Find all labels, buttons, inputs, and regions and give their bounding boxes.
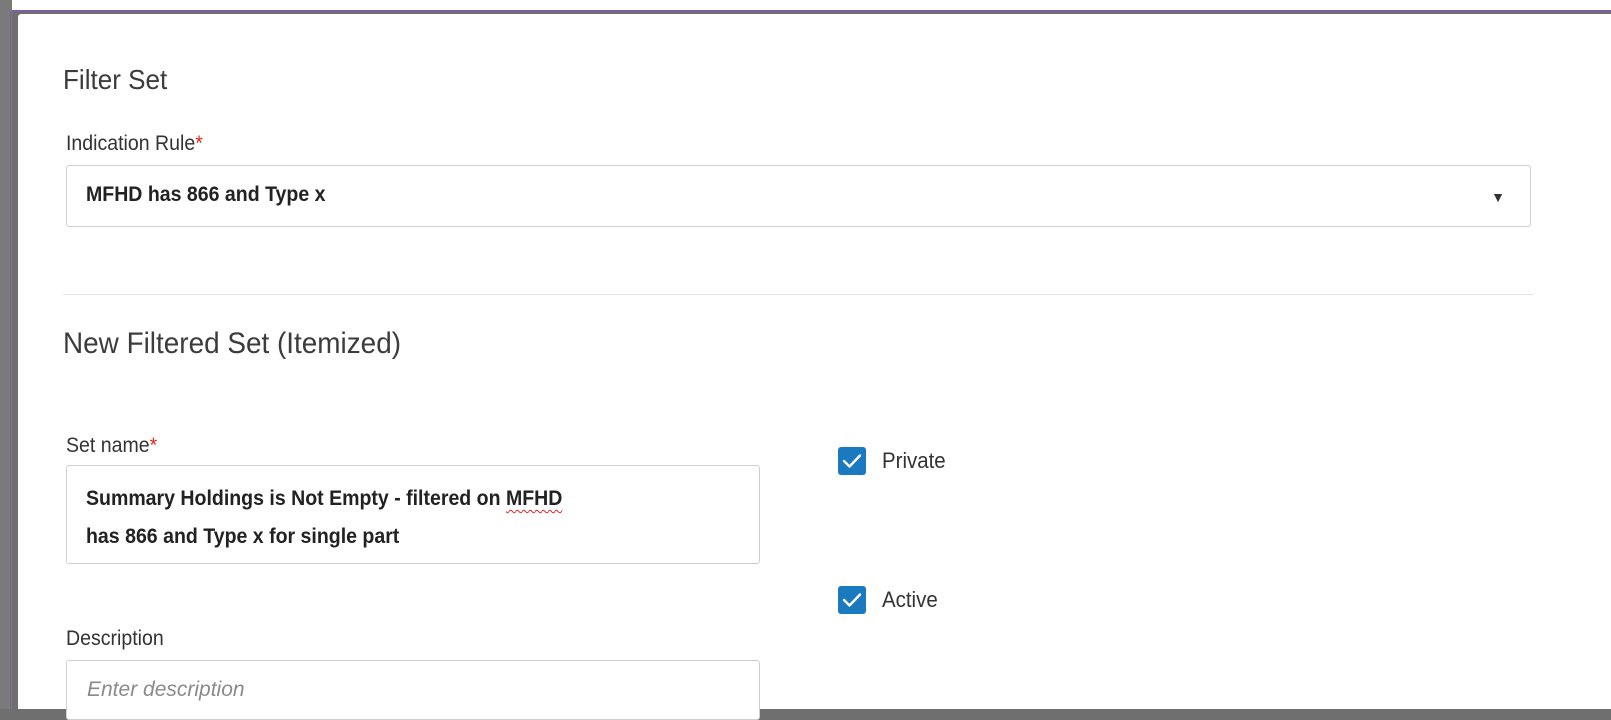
description-label: Description	[66, 627, 164, 650]
set-name-value: Summary Holdings is Not Empty - filtered…	[86, 480, 681, 556]
section-divider	[63, 294, 1534, 295]
required-marker: *	[149, 434, 158, 457]
indication-rule-label: Indication Rule*	[66, 132, 203, 156]
set-name-label: Set name*	[66, 434, 157, 458]
set-name-label-text: Set name	[66, 434, 150, 457]
indication-rule-label-text: Indication Rule	[66, 132, 196, 155]
active-checkbox[interactable]: Active	[838, 585, 942, 615]
private-label: Private	[882, 448, 946, 473]
new-filtered-set-title: New Filtered Set (Itemized)	[63, 327, 402, 360]
private-checkbox[interactable]: Private	[838, 446, 950, 476]
set-name-textarea[interactable]: Summary Holdings is Not Empty - filtered…	[66, 465, 760, 564]
chevron-down-icon[interactable]: ▼	[1491, 189, 1505, 205]
spellcheck-word: MFHD	[505, 487, 563, 510]
indication-rule-selected-value: MFHD has 866 and Type x	[86, 183, 326, 206]
set-name-line1: Summary Holdings is Not Empty - filtered…	[86, 487, 506, 510]
filter-set-title: Filter Set	[63, 64, 168, 95]
description-input[interactable]	[67, 661, 759, 719]
indication-rule-select[interactable]: MFHD has 866 and Type x ▼	[66, 165, 1531, 227]
frame-border-left	[10, 12, 11, 709]
active-label: Active	[882, 587, 938, 612]
filter-set-dialog: Filter Set Indication Rule* MFHD has 866…	[18, 14, 1611, 720]
required-marker: *	[195, 132, 203, 155]
checkmark-icon[interactable]	[838, 586, 866, 614]
description-field[interactable]	[66, 660, 760, 720]
checkmark-icon[interactable]	[838, 447, 866, 475]
frame-border	[0, 10, 1611, 12]
set-name-line2: has 866 and Type x for single part	[86, 525, 400, 548]
